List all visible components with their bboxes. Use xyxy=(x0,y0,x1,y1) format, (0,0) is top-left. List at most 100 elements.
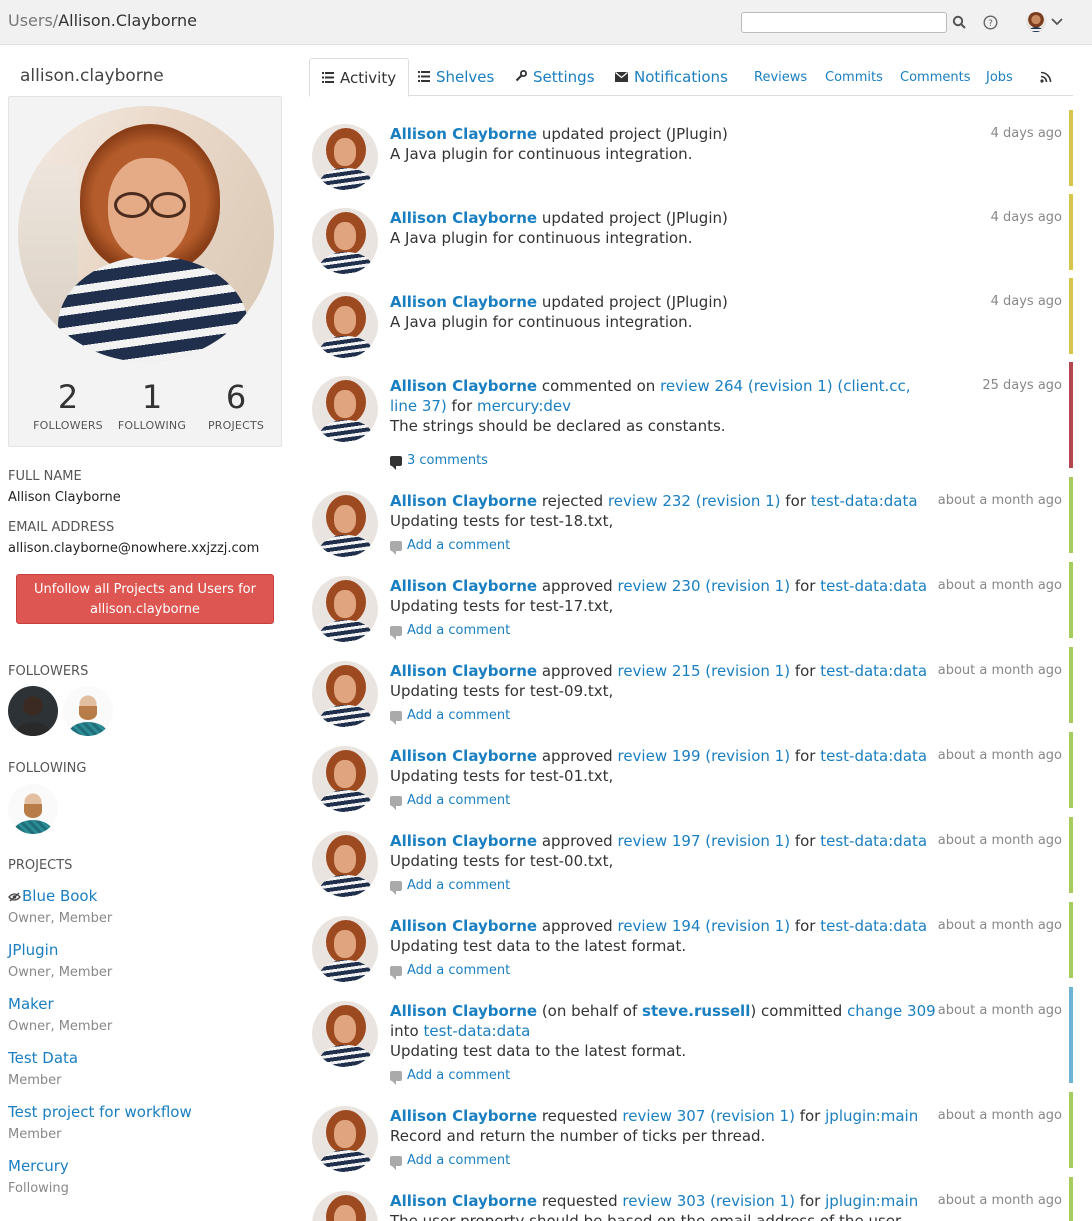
user-menu-avatar[interactable] xyxy=(1026,12,1046,32)
tab-shelves[interactable]: Shelves xyxy=(418,58,494,96)
actor-link[interactable]: Allison Clayborne xyxy=(390,832,537,850)
stat-following[interactable]: 1 FOLLOWING xyxy=(109,379,195,432)
actor-link[interactable]: Allison Clayborne xyxy=(390,1192,537,1210)
add-comment-link[interactable]: Add a comment xyxy=(390,1153,510,1170)
project-branch-link[interactable]: jplugin:main xyxy=(825,1192,918,1210)
eye-icon xyxy=(8,888,22,906)
project-branch-link[interactable]: test-data:data xyxy=(820,662,927,680)
review-link[interactable]: change 309 xyxy=(847,1002,936,1020)
status-bar xyxy=(1069,987,1073,1083)
profile-tabs: Activity Shelves Settings Notifications … xyxy=(309,58,1073,97)
project-link-test-project-for-workflow[interactable]: Test project for workflow xyxy=(8,1103,192,1121)
unfollow-all-button[interactable]: Unfollow all Projects and Users for alli… xyxy=(16,574,274,624)
project-link-test-data[interactable]: Test Data xyxy=(8,1049,78,1067)
actor-avatar[interactable] xyxy=(312,376,378,442)
project-role: Following xyxy=(8,1181,69,1196)
project-role: Member xyxy=(8,1073,62,1088)
actor-avatar[interactable] xyxy=(312,576,378,642)
search-input[interactable] xyxy=(741,12,947,33)
actor-link[interactable]: Allison Clayborne xyxy=(390,747,537,765)
add-comment-link[interactable]: Add a comment xyxy=(390,538,510,555)
comments-link[interactable]: 3 comments xyxy=(390,453,488,470)
project-branch-link[interactable]: test-data:data xyxy=(424,1022,531,1040)
tab-comments[interactable]: Comments xyxy=(900,58,970,96)
actor-link[interactable]: Allison Clayborne xyxy=(390,577,537,595)
breadcrumb-current: Allison.Clayborne xyxy=(58,11,197,30)
actor-avatar[interactable] xyxy=(312,1191,378,1221)
review-link[interactable]: review 197 (revision 1) xyxy=(617,832,790,850)
project-branch-link[interactable]: test-data:data xyxy=(820,577,927,595)
review-link[interactable]: review 215 (revision 1) xyxy=(617,662,790,680)
chevron-down-icon[interactable] xyxy=(1048,13,1066,31)
actor-avatar[interactable] xyxy=(312,208,378,274)
actor-link[interactable]: Allison Clayborne xyxy=(390,917,537,935)
activity-description: A Java plugin for continuous integration… xyxy=(390,145,693,163)
actor-link[interactable]: Allison Clayborne xyxy=(390,377,537,395)
stat-projects[interactable]: 6 PROJECTS xyxy=(193,379,279,432)
search-icon[interactable] xyxy=(950,13,968,31)
actor-link[interactable]: Allison Clayborne xyxy=(390,293,537,311)
project-link-maker[interactable]: Maker xyxy=(8,995,54,1013)
actor-link[interactable]: Allison Clayborne xyxy=(390,125,537,143)
project-link-blue-book[interactable]: Blue Book xyxy=(8,887,97,906)
review-link[interactable]: review 194 (revision 1) xyxy=(617,917,790,935)
actor-avatar[interactable] xyxy=(312,916,378,982)
behalf-user-link[interactable]: steve.russell xyxy=(642,1002,750,1020)
project-branch-link[interactable]: mercury:dev xyxy=(477,397,571,415)
stat-followers[interactable]: 2 FOLLOWERS xyxy=(25,379,111,432)
tab-activity[interactable]: Activity xyxy=(309,58,410,97)
review-link[interactable]: review 230 (revision 1) xyxy=(617,577,790,595)
following-avatar[interactable] xyxy=(8,784,58,834)
tab-notifications[interactable]: Notifications xyxy=(615,58,728,96)
actor-avatar[interactable] xyxy=(312,124,378,190)
add-comment-link[interactable]: Add a comment xyxy=(390,708,510,725)
project-branch-link[interactable]: test-data:data xyxy=(811,492,918,510)
review-link[interactable]: review 307 (revision 1) xyxy=(622,1107,795,1125)
activity-description: Updating tests for test-09.txt, xyxy=(390,682,614,700)
add-comment-link[interactable]: Add a comment xyxy=(390,1068,510,1085)
review-link[interactable]: review 303 (revision 1) xyxy=(622,1192,795,1210)
add-comment-link[interactable]: Add a comment xyxy=(390,878,510,895)
follower-avatar[interactable] xyxy=(63,686,113,736)
project-branch-link[interactable]: test-data:data xyxy=(820,917,927,935)
rss-icon[interactable] xyxy=(1040,58,1052,96)
actor-link[interactable]: Allison Clayborne xyxy=(390,492,537,510)
review-link[interactable]: review 199 (revision 1) xyxy=(617,747,790,765)
actor-avatar[interactable] xyxy=(312,661,378,727)
activity-description: Updating test data to the latest format. xyxy=(390,937,687,955)
actor-avatar[interactable] xyxy=(312,491,378,557)
project-link-mercury[interactable]: Mercury xyxy=(8,1157,69,1175)
tab-reviews[interactable]: Reviews xyxy=(754,58,807,96)
actor-avatar[interactable] xyxy=(312,746,378,812)
project-branch-link[interactable]: test-data:data xyxy=(820,747,927,765)
activity-text: Allison Clayborne approved review 230 (r… xyxy=(390,576,938,616)
activity-description: Updating tests for test-01.txt, xyxy=(390,767,614,785)
activity-description: The user property should be based on the… xyxy=(390,1212,905,1221)
project-branch-link[interactable]: jplugin:main xyxy=(825,1107,918,1125)
actor-link[interactable]: Allison Clayborne xyxy=(390,662,537,680)
actor-link[interactable]: Allison Clayborne xyxy=(390,209,537,227)
actor-link[interactable]: Allison Clayborne xyxy=(390,1107,537,1125)
actor-avatar[interactable] xyxy=(312,831,378,897)
help-icon[interactable]: ? xyxy=(981,13,999,31)
add-comment-link[interactable]: Add a comment xyxy=(390,793,510,810)
activity-text: Allison Clayborne approved review 197 (r… xyxy=(390,831,938,871)
follower-avatar[interactable] xyxy=(8,686,58,736)
status-bar xyxy=(1069,732,1073,808)
activity-timestamp: about a month ago xyxy=(937,748,1062,763)
actor-avatar[interactable] xyxy=(312,1001,378,1067)
actor-avatar[interactable] xyxy=(312,1106,378,1172)
tab-commits[interactable]: Commits xyxy=(825,58,883,96)
tab-jobs[interactable]: Jobs xyxy=(986,58,1013,96)
add-comment-link[interactable]: Add a comment xyxy=(390,623,510,640)
review-link[interactable]: review 232 (revision 1) xyxy=(608,492,781,510)
actor-avatar[interactable] xyxy=(312,292,378,358)
tab-settings[interactable]: Settings xyxy=(515,58,595,96)
project-link-jplugin[interactable]: JPlugin xyxy=(8,941,58,959)
actor-link[interactable]: Allison Clayborne xyxy=(390,1002,537,1020)
breadcrumb-users-link[interactable]: Users/ xyxy=(8,11,58,30)
project-branch-link[interactable]: test-data:data xyxy=(820,832,927,850)
add-comment-link[interactable]: Add a comment xyxy=(390,963,510,980)
activity-text: Allison Clayborne commented on review 26… xyxy=(390,376,938,436)
comment-icon xyxy=(390,795,402,810)
